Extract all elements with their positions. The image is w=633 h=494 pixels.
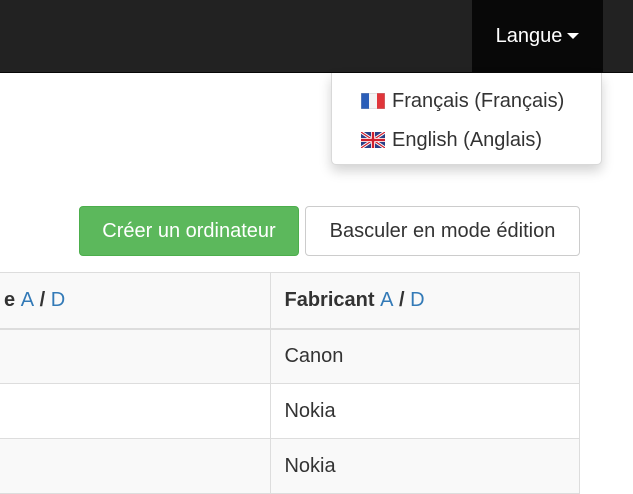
column-header-manufacturer: Fabricant A / D	[270, 272, 580, 330]
computers-table: e A / D Fabricant A / D Canon Nokia Noki…	[0, 272, 580, 494]
sort-asc-link[interactable]: A	[380, 289, 393, 311]
top-navbar: Langue	[0, 0, 633, 73]
table-cell-manufacturer: Nokia	[270, 383, 580, 439]
sort-desc-link[interactable]: D	[51, 289, 65, 312]
sort-separator: /	[398, 288, 405, 311]
language-option-french[interactable]: Français (Français)	[361, 87, 564, 115]
language-option-label: English (Anglais)	[392, 128, 543, 151]
create-computer-button[interactable]: Créer un ordinateur	[79, 206, 299, 256]
table-row[interactable]: Canon	[0, 328, 580, 384]
france-flag-icon	[361, 93, 385, 109]
language-dropdown-menu: Français (Français) English (Anglais)	[331, 73, 602, 165]
toggle-edit-mode-button[interactable]: Basculer en mode édition	[305, 206, 580, 256]
sort-desc-link[interactable]: D	[410, 289, 424, 311]
table-cell-name	[0, 383, 272, 439]
table-cell-manufacturer: Nokia	[270, 438, 580, 494]
language-dropdown-toggle[interactable]: Langue	[472, 0, 603, 72]
language-label: Langue	[495, 24, 563, 47]
sort-separator: /	[39, 288, 46, 311]
toggle-edit-mode-label: Basculer en mode édition	[329, 219, 556, 242]
table-row[interactable]: Nokia	[0, 383, 580, 439]
caret-down-icon	[567, 33, 580, 39]
column-header-label: e	[4, 288, 16, 311]
column-header-name: e A / D	[0, 272, 272, 330]
language-option-english[interactable]: English (Anglais)	[361, 126, 542, 154]
uk-flag-icon	[361, 132, 385, 148]
column-header-label: Fabricant	[284, 288, 375, 311]
create-computer-label: Créer un ordinateur	[102, 219, 276, 242]
table-cell-manufacturer: Canon	[270, 328, 580, 384]
sort-asc-link[interactable]: A	[21, 289, 34, 312]
table-cell-name	[0, 438, 272, 494]
table-header-row: e A / D Fabricant A / D	[0, 272, 580, 330]
table-cell-name	[0, 328, 272, 384]
table-row[interactable]: Nokia	[0, 438, 580, 494]
language-option-label: Français (Français)	[392, 89, 565, 112]
